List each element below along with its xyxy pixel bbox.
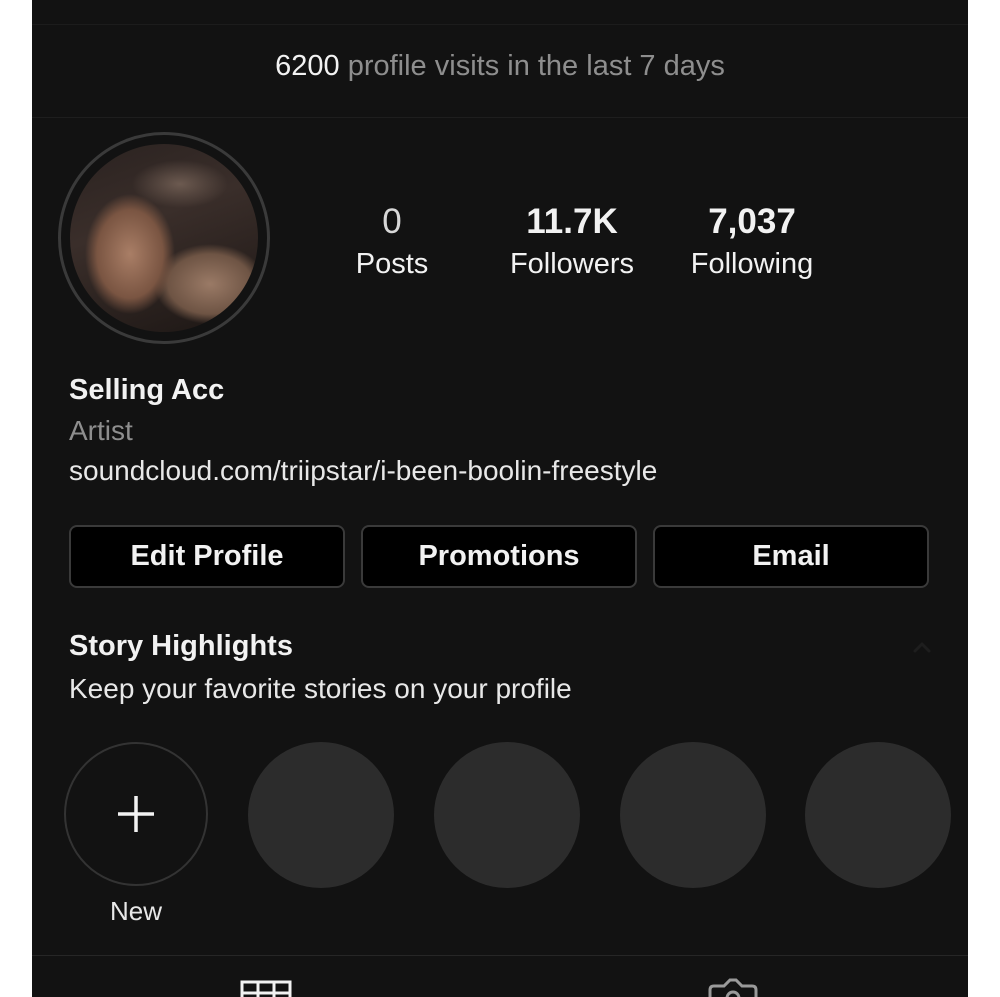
- posts-label: Posts: [355, 248, 429, 280]
- email-button[interactable]: Email: [653, 525, 929, 588]
- following-count: 7,037: [708, 202, 796, 241]
- new-highlight-label: New: [109, 896, 162, 926]
- highlight-placeholder: [620, 742, 766, 888]
- top-divider: [32, 24, 968, 25]
- promotions-button[interactable]: Promotions: [361, 525, 637, 588]
- profile-category: Artist: [69, 415, 133, 446]
- new-highlight-button[interactable]: [64, 742, 208, 886]
- grid-icon[interactable]: [240, 978, 292, 997]
- highlight-placeholder: [434, 742, 580, 888]
- profile-name: Selling Acc: [69, 374, 225, 406]
- tabs-divider: [32, 955, 968, 956]
- profile-visits-banner[interactable]: 6200 profile visits in the last 7 days: [32, 50, 968, 83]
- followers-count: 11.7K: [526, 202, 618, 241]
- followers-label: Followers: [509, 248, 635, 280]
- tagged-icon[interactable]: [706, 978, 760, 997]
- visits-count: 6200: [275, 50, 340, 82]
- visits-text: profile visits in the last 7 days: [347, 50, 725, 82]
- posts-count: 0: [382, 202, 402, 241]
- stat-following[interactable]: 7,037 Following: [672, 200, 832, 284]
- plus-icon: [118, 796, 154, 832]
- story-highlights-title: Story Highlights: [69, 630, 293, 662]
- avatar[interactable]: [58, 132, 270, 344]
- story-highlights-subtitle: Keep your favorite stories on your profi…: [69, 673, 572, 704]
- visits-divider: [32, 117, 968, 118]
- chevron-up-icon[interactable]: [910, 636, 934, 660]
- highlight-placeholder: [248, 742, 394, 888]
- profile-screen: 6200 profile visits in the last 7 days 0…: [32, 0, 968, 997]
- following-label: Following: [690, 248, 814, 280]
- profile-link[interactable]: soundcloud.com/triipstar/i-been-boolin-f…: [69, 455, 657, 487]
- stat-posts[interactable]: 0 Posts: [322, 200, 462, 284]
- edit-profile-button[interactable]: Edit Profile: [69, 525, 345, 588]
- stat-followers[interactable]: 11.7K Followers: [492, 200, 652, 284]
- avatar-photo: [70, 144, 258, 332]
- highlight-placeholder: [805, 742, 951, 888]
